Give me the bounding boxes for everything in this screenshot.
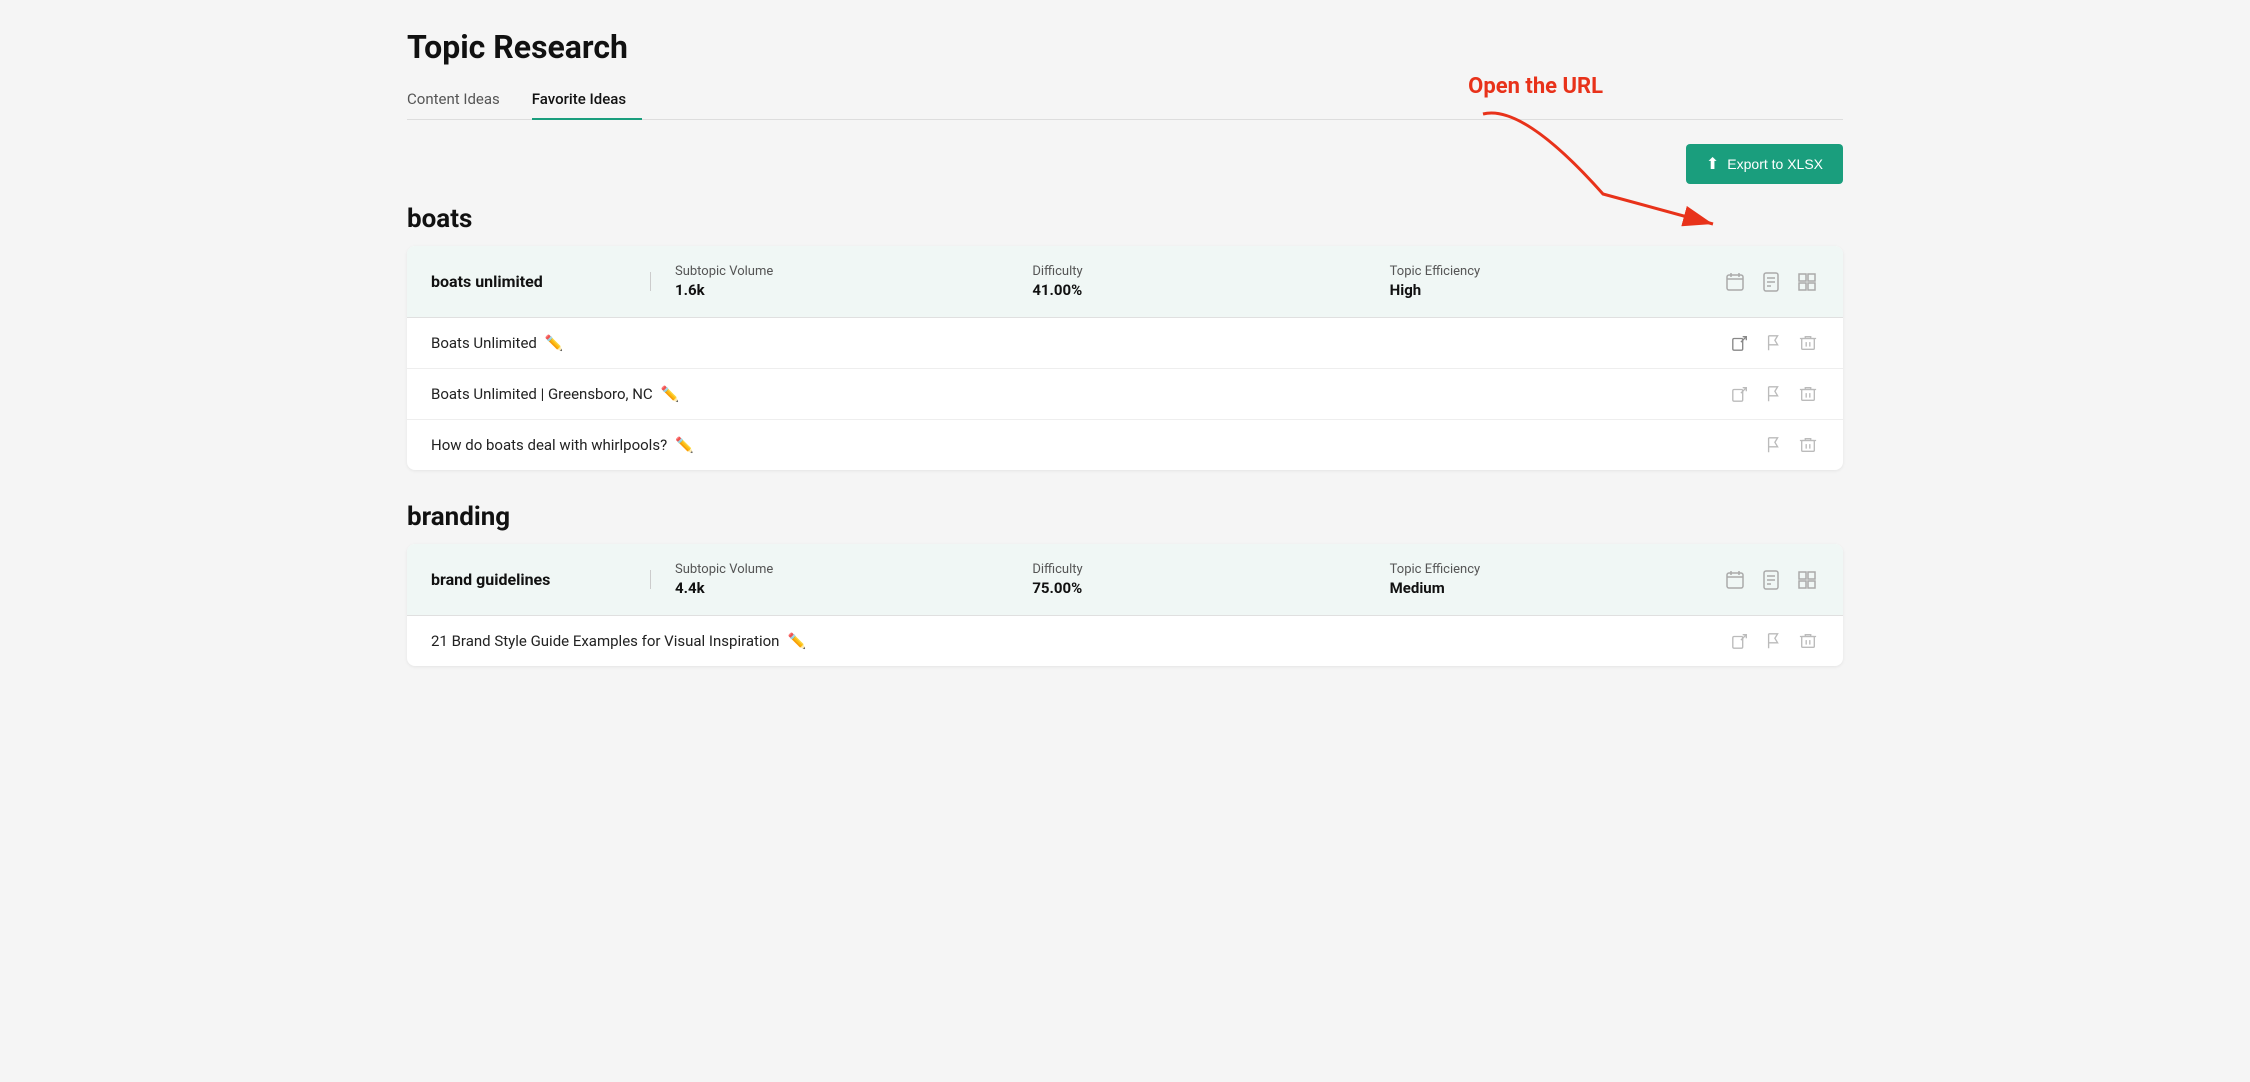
open-url-button-brand-style-guide[interactable] [1729,630,1751,652]
section-boats: boats boats unlimited Subtopic Volume 1.… [407,204,1843,470]
edit-icon-boats-unlimited[interactable]: ✏️ [545,334,564,352]
metric-label-diff-boats: Difficulty [1032,264,1365,279]
row-brand-style-guide: 21 Brand Style Guide Examples for Visual… [407,616,1843,666]
metric-subtopic-volume-branding: Subtopic Volume 4.4k [651,562,1008,597]
metric-value-sv-boats: 1.6k [675,281,1008,299]
metric-label-diff-branding: Difficulty [1032,562,1365,577]
metric-value-diff-branding: 75.00% [1032,579,1365,597]
metric-label-sv-boats: Subtopic Volume [675,264,1008,279]
row-title-boats-greensboro: Boats Unlimited | Greensboro, NC ✏️ [431,385,1721,403]
row-title-boats-unlimited: Boats Unlimited ✏️ [431,334,1721,352]
section-title-boats: boats [407,204,1843,234]
open-url-button-boats-greensboro[interactable] [1729,383,1751,405]
delete-button-boats-whirlpools[interactable] [1797,434,1819,456]
section-branding: branding brand guidelines Subtopic Volum… [407,502,1843,666]
calendar-icon-boats[interactable] [1723,270,1747,294]
tabs-bar: Content Ideas Favorite Ideas [407,82,1843,120]
delete-button-boats-unlimited[interactable] [1797,332,1819,354]
row-boats-greensboro: Boats Unlimited | Greensboro, NC ✏️ [407,369,1843,420]
metric-label-eff-branding: Topic Efficiency [1390,562,1723,577]
card-branding: brand guidelines Subtopic Volume 4.4k Di… [407,544,1843,666]
edit-icon-boats-whirlpools[interactable]: ✏️ [675,436,694,454]
topic-name-boats: boats unlimited [431,272,651,291]
export-button[interactable]: ⬆ Export to XLSX [1686,144,1843,184]
row-actions-boats-greensboro [1729,383,1819,405]
card-header-boats: boats unlimited Subtopic Volume 1.6k Dif… [407,246,1843,318]
document-icon-branding[interactable] [1759,568,1783,592]
section-title-branding: branding [407,502,1843,532]
grid-icon-branding[interactable] [1795,568,1819,592]
metric-label-sv-branding: Subtopic Volume [675,562,1008,577]
open-url-button-boats-unlimited[interactable] [1729,332,1751,354]
delete-button-boats-greensboro[interactable] [1797,383,1819,405]
metric-value-eff-boats: High [1390,281,1723,299]
toolbar: Open the URL ⬆ Export to XLSX [407,144,1843,184]
metric-subtopic-volume-boats: Subtopic Volume 1.6k [651,264,1008,299]
row-title-boats-whirlpools: How do boats deal with whirlpools? ✏️ [431,436,1755,454]
grid-icon-boats[interactable] [1795,270,1819,294]
document-icon-boats[interactable] [1759,270,1783,294]
tab-favorite-ideas[interactable]: Favorite Ideas [532,82,642,120]
header-actions-branding [1723,568,1819,592]
card-header-branding: brand guidelines Subtopic Volume 4.4k Di… [407,544,1843,616]
edit-icon-boats-greensboro[interactable]: ✏️ [661,385,680,403]
page-container: Topic Research Content Ideas Favorite Id… [375,0,1875,1082]
delete-button-brand-style-guide[interactable] [1797,630,1819,652]
row-actions-boats-whirlpools [1763,434,1819,456]
topic-name-branding: brand guidelines [431,570,651,589]
export-label: Export to XLSX [1727,156,1823,172]
row-boats-whirlpools: How do boats deal with whirlpools? ✏️ [407,420,1843,470]
metric-value-eff-branding: Medium [1390,579,1723,597]
metric-difficulty-boats: Difficulty 41.00% [1008,264,1365,299]
card-boats: boats unlimited Subtopic Volume 1.6k Dif… [407,246,1843,470]
flag-button-boats-whirlpools[interactable] [1763,434,1785,456]
row-boats-unlimited: Boats Unlimited ✏️ [407,318,1843,369]
edit-icon-brand-style-guide[interactable]: ✏️ [787,632,806,650]
metric-efficiency-boats: Topic Efficiency High [1366,264,1723,299]
metric-value-diff-boats: 41.00% [1032,281,1365,299]
page-title: Topic Research [407,28,1843,66]
row-title-brand-style-guide: 21 Brand Style Guide Examples for Visual… [431,632,1721,650]
flag-button-brand-style-guide[interactable] [1763,630,1785,652]
flag-button-boats-greensboro[interactable] [1763,383,1785,405]
row-actions-boats-unlimited [1729,332,1819,354]
tab-content-ideas[interactable]: Content Ideas [407,82,516,120]
metric-efficiency-branding: Topic Efficiency Medium [1366,562,1723,597]
header-actions-boats [1723,270,1819,294]
upload-icon: ⬆ [1706,154,1719,174]
metric-difficulty-branding: Difficulty 75.00% [1008,562,1365,597]
metric-label-eff-boats: Topic Efficiency [1390,264,1723,279]
metric-value-sv-branding: 4.4k [675,579,1008,597]
row-actions-brand-style-guide [1729,630,1819,652]
flag-button-boats-unlimited[interactable] [1763,332,1785,354]
calendar-icon-branding[interactable] [1723,568,1747,592]
